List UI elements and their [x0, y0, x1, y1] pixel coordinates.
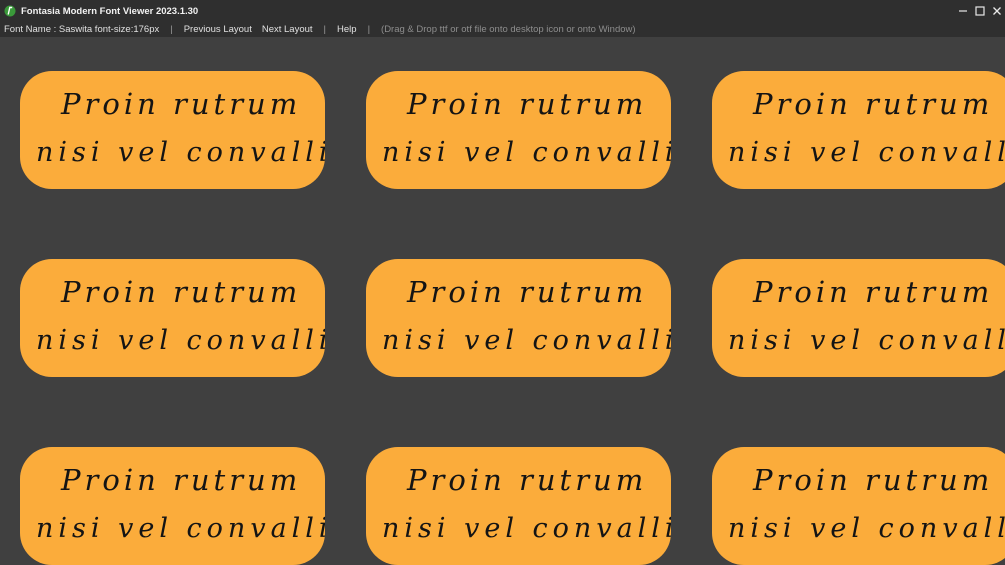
preview-card: Proin rutrum nisi vel convallis — [366, 71, 671, 189]
next-layout-button[interactable]: Next Layout — [262, 24, 313, 35]
preview-line-1: Proin rutrum — [407, 463, 648, 497]
preview-line-2: nisi vel convallis — [728, 137, 1005, 168]
preview-card: Proin rutrum nisi vel convallis — [20, 71, 325, 189]
window-title: Fontasia Modern Font Viewer 2023.1.30 — [21, 5, 199, 17]
menu-separator: | — [170, 24, 173, 35]
preview-line-2: nisi vel convallis — [728, 325, 1005, 356]
preview-card: Proin rutrum nisi vel convallis — [712, 447, 1005, 565]
minimize-icon — [958, 10, 967, 12]
preview-card: Proin rutrum nisi vel convallis — [20, 259, 325, 377]
maximize-button[interactable] — [971, 0, 988, 22]
menu-separator: | — [323, 24, 327, 35]
preview-line-2: nisi vel convallis — [36, 137, 325, 168]
preview-card: Proin rutrum nisi vel convallis — [366, 447, 671, 565]
preview-card: Proin rutrum nisi vel convallis — [20, 447, 325, 565]
maximize-icon — [974, 6, 985, 16]
preview-line-2: nisi vel convallis — [382, 325, 671, 356]
close-icon — [992, 7, 1001, 15]
previous-layout-button[interactable]: Previous Layout — [184, 24, 252, 35]
drag-drop-hint: (Drag & Drop ttf or otf file onto deskto… — [381, 24, 636, 35]
preview-line-2: nisi vel convallis — [728, 513, 1005, 544]
preview-line-1: Proin rutrum — [61, 275, 302, 309]
preview-line-1: Proin rutrum — [753, 87, 994, 121]
help-button[interactable]: Help — [337, 24, 357, 35]
preview-line-1: Proin rutrum — [407, 275, 648, 309]
preview-line-1: Proin rutrum — [61, 87, 302, 121]
minimize-button[interactable] — [954, 0, 971, 22]
preview-line-2: nisi vel convallis — [382, 137, 671, 168]
preview-line-2: nisi vel convallis — [36, 325, 325, 356]
preview-line-1: Proin rutrum — [407, 87, 648, 121]
menu-separator: | — [367, 24, 371, 35]
preview-line-2: nisi vel convallis — [36, 513, 325, 544]
preview-card: Proin rutrum nisi vel convallis — [712, 71, 1005, 189]
preview-line-1: Proin rutrum — [753, 463, 994, 497]
preview-card: Proin rutrum nisi vel convallis — [366, 259, 671, 377]
preview-line-1: Proin rutrum — [753, 275, 994, 309]
font-preview-canvas[interactable]: Proin rutrum nisi vel convallis Proin ru… — [0, 37, 1005, 565]
preview-line-2: nisi vel convallis — [382, 513, 671, 544]
preview-card: Proin rutrum nisi vel convallis — [712, 259, 1005, 377]
close-button[interactable] — [988, 0, 1005, 22]
title-bar[interactable]: Fontasia Modern Font Viewer 2023.1.30 — [0, 0, 1005, 22]
window-controls — [954, 0, 1005, 22]
fontasia-logo-icon — [4, 5, 16, 17]
preview-line-1: Proin rutrum — [61, 463, 302, 497]
font-info-label: Font Name : Saswita font-size:176px — [4, 24, 160, 35]
menu-bar: Font Name : Saswita font-size:176px | Pr… — [0, 22, 1005, 37]
